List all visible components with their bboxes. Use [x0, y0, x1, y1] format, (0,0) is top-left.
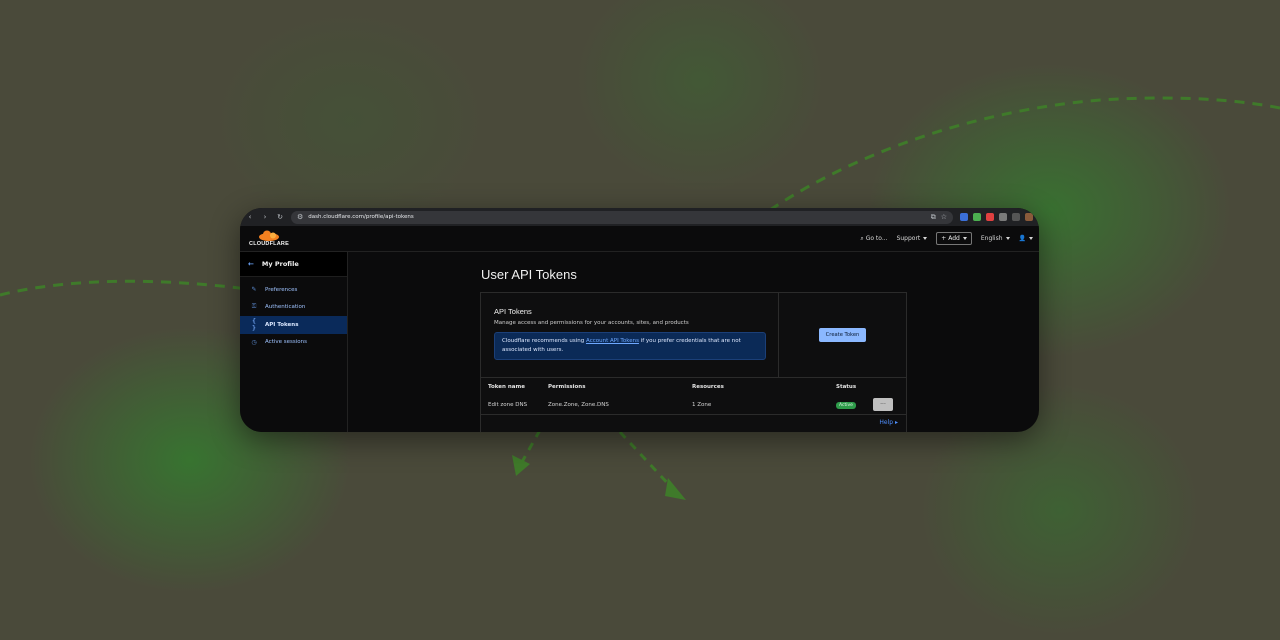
table-row: Edit zone DNS Zone.Zone, Zone.DNS 1 Zone… — [481, 395, 906, 415]
forward-icon[interactable]: › — [261, 213, 269, 221]
logo-text: CLOUDFLARE — [249, 241, 289, 247]
caret-right-icon: ▸ — [894, 419, 898, 426]
cloud-logo-icon — [259, 230, 279, 241]
user-icon: 👤 — [1018, 235, 1026, 242]
puzzle-icon[interactable] — [1012, 213, 1020, 221]
extension-icon[interactable] — [986, 213, 994, 221]
arrow-left-icon[interactable]: ← — [248, 260, 254, 268]
help-label: Help — [879, 419, 894, 426]
sidebar-item-api-tokens[interactable]: { } API Tokens — [240, 316, 347, 334]
sidebar-item-authentication[interactable]: ⚿ Authentication — [240, 299, 347, 317]
column-header[interactable]: Permissions — [548, 384, 692, 390]
language-label: English — [980, 235, 1003, 242]
goto-button[interactable]: ⌕ Go to... — [860, 235, 887, 243]
add-label: + Add — [941, 235, 960, 242]
card-title: API Tokens — [494, 307, 532, 316]
site-info-icon[interactable]: ⚙ — [297, 213, 303, 221]
token-resources: 1 Zone — [692, 401, 712, 408]
api-tokens-card: API Tokens Manage access and permissions… — [480, 292, 907, 432]
goto-label: Go to... — [865, 235, 888, 242]
sidebar-title: My Profile — [261, 260, 299, 268]
pencil-icon: ✎ — [251, 286, 257, 294]
user-menu[interactable]: 👤 — [1019, 235, 1033, 242]
braces-icon: { } — [251, 317, 257, 332]
language-menu[interactable]: English — [981, 235, 1010, 242]
column-header[interactable]: Status — [836, 384, 872, 390]
chevron-down-icon — [923, 237, 928, 240]
main-content: User API Tokens API Tokens Manage access… — [348, 252, 1039, 432]
support-label: Support — [896, 235, 921, 242]
sidebar-item-label: Active sessions — [265, 339, 307, 346]
key-icon: ⚿ — [251, 303, 257, 311]
help-link[interactable]: Help ▸ — [879, 419, 898, 426]
back-icon[interactable]: ‹ — [246, 213, 254, 221]
sidebar-item-label: API Tokens — [265, 321, 299, 328]
sidebar-list: ✎ Preferences ⚿ Authentication { } API T… — [240, 277, 347, 351]
extension-icon[interactable] — [973, 213, 981, 221]
support-menu[interactable]: Support — [897, 235, 928, 242]
browser-toolbar: ‹ › ↻ ⚙ dash.cloudflare.com/profile/api-… — [240, 208, 1039, 226]
chevron-down-icon — [1029, 237, 1033, 240]
clock-icon: ◷ — [251, 338, 257, 346]
install-icon[interactable]: ⧉ — [931, 213, 936, 222]
top-navigation: ⌕ Go to... Support + Add English 👤 — [860, 232, 1033, 245]
url-text: dash.cloudflare.com/profile/api-tokens — [308, 214, 414, 220]
extension-icon[interactable] — [999, 213, 1007, 221]
address-bar[interactable]: ⚙ dash.cloudflare.com/profile/api-tokens… — [291, 210, 953, 224]
search-icon: ⌕ — [860, 234, 864, 242]
info-notice: Cloudflare recommends using Account API … — [494, 332, 766, 360]
column-header[interactable]: Resources — [692, 384, 836, 390]
profile-avatar[interactable] — [1025, 213, 1033, 221]
chevron-down-icon — [1005, 237, 1010, 240]
create-token-button[interactable]: Create Token — [818, 328, 867, 342]
page-title: User API Tokens — [481, 267, 577, 282]
sidebar-item-active-sessions[interactable]: ◷ Active sessions — [240, 334, 347, 352]
notice-text: Cloudflare recommends using — [502, 338, 587, 344]
status-badge: Active — [836, 401, 856, 409]
chevron-down-icon — [962, 237, 967, 240]
reload-icon[interactable]: ↻ — [276, 213, 284, 221]
table-header: Token name Permissions Resources Status — [481, 378, 906, 395]
card-description: Manage access and permissions for your a… — [494, 320, 689, 326]
star-icon[interactable]: ☆ — [941, 213, 947, 221]
extension-icon[interactable] — [960, 213, 968, 221]
row-actions-button[interactable]: ··· — [873, 398, 893, 411]
column-header[interactable]: Token name — [481, 384, 548, 390]
token-name: Edit zone DNS — [488, 401, 528, 408]
account-api-tokens-link[interactable]: Account API Tokens — [586, 338, 639, 344]
browser-window: ‹ › ↻ ⚙ dash.cloudflare.com/profile/api-… — [240, 208, 1039, 432]
add-button[interactable]: + Add — [936, 232, 972, 245]
sidebar-item-label: Authentication — [265, 304, 306, 311]
extensions-area — [960, 213, 1033, 221]
sidebar: ← My Profile ✎ Preferences ⚿ Authenticat… — [240, 252, 348, 432]
token-permissions: Zone.Zone, Zone.DNS — [548, 401, 609, 408]
sidebar-item-label: Preferences — [265, 286, 298, 293]
sidebar-header: ← My Profile — [240, 252, 347, 277]
sidebar-item-preferences[interactable]: ✎ Preferences — [240, 281, 347, 299]
cloudflare-logo[interactable]: CLOUDFLARE — [246, 230, 292, 247]
app-header: CLOUDFLARE ⌕ Go to... Support + Add Engl… — [240, 226, 1039, 252]
